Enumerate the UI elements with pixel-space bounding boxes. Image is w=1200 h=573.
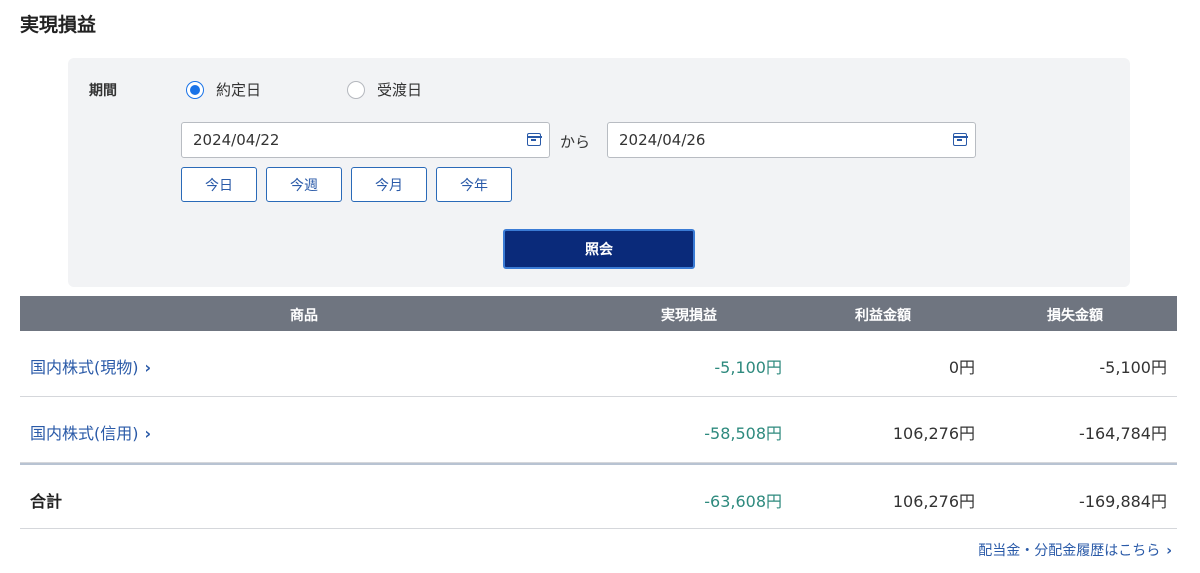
row-realized: -58,508円 [704,424,782,443]
realized-pl-table: 商品 実現損益 利益金額 損失金額 国内株式(現物) › -5,100円 0円 -… [20,296,1177,529]
table-header: 商品 実現損益 利益金額 損失金額 [20,296,1177,331]
chevron-right-icon: › [144,358,152,377]
total-profit: 106,276円 [892,492,975,511]
page-title: 実現損益 [20,14,97,36]
radio-unchecked-icon[interactable] [347,80,365,99]
header-loss: 損失金額 [1047,308,1103,324]
today-button[interactable]: 今日 [181,167,257,202]
date-range-separator: から [560,133,591,151]
total-row: 合計 -63,608円 106,276円 -169,884円 [20,463,1177,529]
total-loss: -169,884円 [1079,492,1167,511]
row-profit: 106,276円 [892,424,975,443]
radio-trade-date[interactable]: 約定日 [186,79,261,100]
chevron-right-icon: › [1166,543,1172,559]
date-to-value: 2024/04/26 [619,131,706,149]
calendar-icon[interactable] [952,133,968,146]
row-loss: -5,100円 [1099,358,1167,377]
table-row: 国内株式(信用) › -58,508円 106,276円 -164,784円 [20,397,1177,463]
header-realized: 実現損益 [661,308,717,324]
this-month-button[interactable]: 今月 [351,167,427,202]
total-realized: -63,608円 [704,492,782,511]
date-to-input[interactable]: 2024/04/26 [607,122,976,158]
dividend-history-label: 配当金・分配金履歴はこちら [978,543,1161,559]
row-product-link[interactable]: 国内株式(現物) › [30,354,151,378]
this-year-button[interactable]: 今年 [436,167,512,202]
row-product-link[interactable]: 国内株式(信用) › [30,420,151,444]
table-row: 国内株式(現物) › -5,100円 0円 -5,100円 [20,331,1177,397]
calendar-icon[interactable] [526,133,542,146]
row-product-name: 国内株式(信用) [30,424,139,443]
dividend-history-link[interactable]: 配当金・分配金履歴はこちら › [978,540,1172,560]
radio-checked-icon[interactable] [186,80,204,99]
radio-settlement-date-label: 受渡日 [377,81,423,99]
row-realized: -5,100円 [714,358,782,377]
row-product-name: 国内株式(現物) [30,358,139,377]
date-from-value: 2024/04/22 [193,131,280,149]
total-label: 合計 [30,492,63,511]
search-button[interactable]: 照会 [503,229,695,269]
radio-trade-date-label: 約定日 [216,81,262,99]
filter-panel: 期間 約定日 受渡日 2024/04/22 から 2024/04/26 今日 今… [68,58,1130,287]
header-product: 商品 [290,308,318,324]
date-from-input[interactable]: 2024/04/22 [181,122,550,158]
row-loss: -164,784円 [1079,424,1167,443]
radio-settlement-date[interactable]: 受渡日 [347,79,422,100]
chevron-right-icon: › [144,424,152,443]
this-week-button[interactable]: 今週 [266,167,342,202]
header-profit: 利益金額 [855,308,911,324]
row-profit: 0円 [948,358,975,377]
period-label: 期間 [89,83,117,99]
